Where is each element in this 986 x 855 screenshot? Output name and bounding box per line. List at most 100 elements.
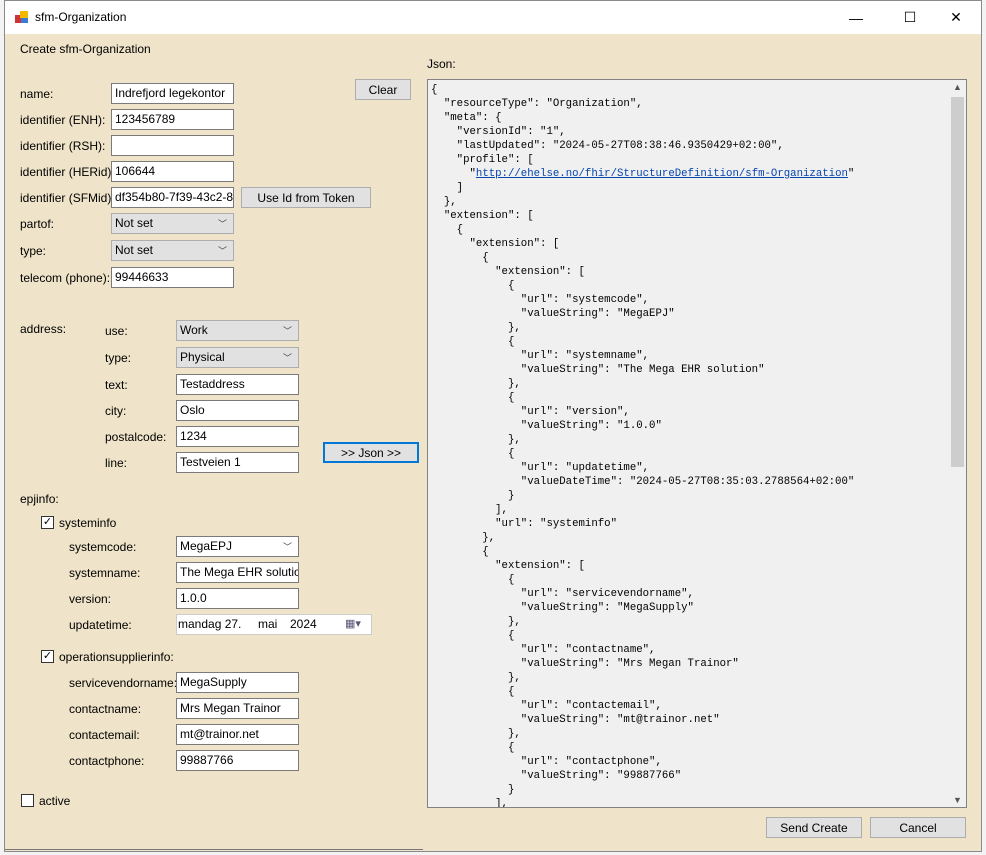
to-json-button[interactable]: >> Json >> [323, 442, 419, 463]
type-label: type: [20, 244, 47, 258]
json-line: "extension": [ [431, 266, 585, 278]
json-line: } [431, 490, 515, 502]
maximize-button[interactable]: ☐ [887, 1, 933, 34]
json-line: "valueString": "mt@trainor.net" [431, 714, 720, 726]
window-title: sfm-Organization [35, 10, 127, 24]
json-line: { [431, 252, 489, 264]
json-line: "url": "servicevendorname", [431, 588, 694, 600]
text-input[interactable]: Testaddress [176, 374, 299, 395]
cancel-button[interactable]: Cancel [870, 817, 966, 838]
json-line: "meta": { [431, 112, 502, 124]
line-label: line: [105, 456, 128, 470]
identifier-sfmid-input[interactable]: df354b80-7f39-43c2-811 [111, 187, 234, 208]
json-line: { [431, 392, 515, 404]
json-line: } [431, 784, 515, 796]
json-line: { [431, 84, 438, 96]
json-line: "resourceType": "Organization", [431, 98, 643, 110]
profile-link[interactable]: http://ehelse.no/fhir/StructureDefinitio… [476, 168, 848, 180]
use-dropdown[interactable]: Work ﹀ [176, 320, 299, 341]
systemname-label: systemname: [69, 566, 141, 580]
line-input[interactable]: Testveien 1 [176, 452, 299, 473]
contactphone-input[interactable]: 99887766 [176, 750, 299, 771]
json-line: { [431, 336, 515, 348]
send-create-button[interactable]: Send Create [766, 817, 862, 838]
systemname-input[interactable]: The Mega EHR solution [176, 562, 299, 583]
panel-divider [5, 849, 423, 850]
close-button[interactable]: ✕ [933, 1, 979, 34]
date-day[interactable]: mandag 27. [178, 617, 241, 631]
city-input[interactable]: Oslo [176, 400, 299, 421]
json-line: "url": "contactname", [431, 644, 656, 656]
updatetime-label: updatetime: [69, 618, 132, 632]
json-line: "valueString": "The Mega EHR solution" [431, 364, 765, 376]
type-dropdown[interactable]: Physical ﹀ [176, 347, 299, 368]
json-line: }, [431, 322, 521, 334]
selected-value: Work [180, 323, 208, 337]
servicevendorname-input[interactable]: MegaSupply [176, 672, 299, 693]
type-dropdown[interactable]: Not set ﹀ [111, 240, 234, 261]
date-month[interactable]: mai [258, 617, 277, 631]
postalcode-input[interactable]: 1234 [176, 426, 299, 447]
app-icon [15, 11, 28, 23]
json-line: "extension": [ [431, 210, 534, 222]
json-line: "versionId": "1", [431, 126, 566, 138]
identifier-sfmid-label: identifier (SFMid): [20, 191, 115, 205]
json-text: " [847, 168, 855, 180]
identifier-rsh-input[interactable] [111, 135, 234, 156]
json-line: "url": "contactphone", [431, 756, 662, 768]
date-year[interactable]: 2024 [290, 617, 317, 631]
json-line: "extension": [ [431, 238, 560, 250]
contactname-input[interactable]: Mrs Megan Trainor [176, 698, 299, 719]
version-input[interactable]: 1.0.0 [176, 588, 299, 609]
systeminfo-checkbox[interactable]: ✓ [41, 516, 54, 529]
json-line: { [431, 742, 515, 754]
chevron-down-icon: ﹀ [217, 219, 227, 229]
json-line: "extension": [ [431, 560, 585, 572]
contactemail-input[interactable]: mt@trainor.net [176, 724, 299, 745]
name-input[interactable]: Indrefjord legekontor [111, 83, 234, 104]
contactemail-label: contactemail: [69, 728, 140, 742]
identifier-herid-label: identifier (HERid): [20, 165, 115, 179]
title-bar: sfm-Organization — ☐ ✕ [5, 1, 981, 34]
operationsupplierinfo-checkbox[interactable]: ✓ [41, 650, 54, 663]
clear-button[interactable]: Clear [355, 79, 411, 100]
minimize-button[interactable]: — [833, 1, 879, 34]
json-line: "profile": [ [431, 154, 534, 166]
address-label: address: [20, 322, 67, 336]
scroll-down-icon[interactable]: ▼ [949, 795, 966, 805]
selected-value: Not set [115, 216, 154, 230]
use-id-from-token-button[interactable]: Use Id from Token [241, 187, 371, 208]
json-label: Json: [427, 57, 456, 71]
json-line: { [431, 448, 515, 460]
chevron-down-icon: ﹀ [217, 246, 227, 256]
json-line: }, [431, 532, 496, 544]
json-output-textarea[interactable]: { "resourceType": "Organization", "meta"… [427, 79, 967, 808]
json-line: ], [431, 504, 508, 516]
contactphone-label: contactphone: [69, 754, 145, 768]
identifier-enh-input[interactable]: 123456789 [111, 109, 234, 130]
systemcode-dropdown[interactable]: MegaEPJ ﹀ [176, 536, 299, 557]
partof-dropdown[interactable]: Not set ﹀ [111, 213, 234, 234]
json-line: "valueString": "1.0.0" [431, 420, 662, 432]
json-scrollbar[interactable]: ▲ ▼ [949, 80, 966, 807]
json-line: "lastUpdated": "2024-05-27T08:38:46.9350… [431, 140, 784, 152]
json-line: { [431, 280, 515, 292]
systemcode-label: systemcode: [69, 540, 137, 554]
scrollbar-thumb[interactable] [951, 97, 964, 467]
telecom-phone-input[interactable]: 99446633 [111, 267, 234, 288]
postalcode-label: postalcode: [105, 430, 167, 444]
identifier-herid-input[interactable]: 106644 [111, 161, 234, 182]
active-checkbox[interactable] [21, 794, 34, 807]
selected-value: Not set [115, 243, 154, 257]
operationsupplierinfo-label: operationsupplierinfo: [59, 650, 174, 664]
json-line: ], [431, 798, 508, 808]
json-line: "valueString": "Mrs Megan Trainor" [431, 658, 739, 670]
text-label: text: [105, 378, 128, 392]
scroll-up-icon[interactable]: ▲ [949, 82, 966, 92]
json-line: { [431, 224, 464, 236]
updatetime-datepicker[interactable]: mandag 27. mai 2024 ▦▾ [176, 614, 372, 635]
json-line: "url": "version", [431, 406, 630, 418]
json-line: }, [431, 196, 457, 208]
json-line: }, [431, 672, 521, 684]
calendar-icon[interactable]: ▦▾ [345, 617, 361, 630]
